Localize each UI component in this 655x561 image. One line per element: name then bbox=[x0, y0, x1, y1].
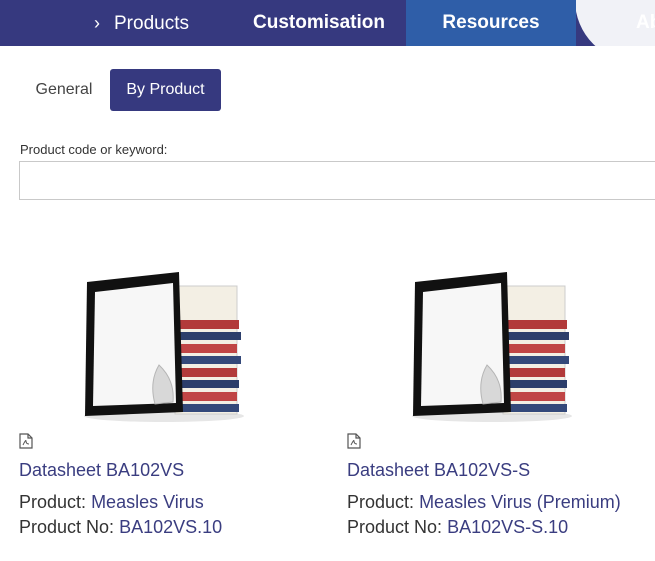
product-row: Product: Measles Virus bbox=[19, 492, 204, 513]
datasheet-link[interactable]: Datasheet BA102VS-S bbox=[347, 460, 530, 481]
nav-item-label: Ab bbox=[636, 12, 655, 33]
product-row: Product: Measles Virus (Premium) bbox=[347, 492, 621, 513]
product-number-label: Product No: bbox=[347, 517, 443, 537]
product-number-link[interactable]: BA102VS.10 bbox=[119, 517, 222, 537]
nav-item-products[interactable]: › Products bbox=[94, 0, 189, 46]
search-label: Product code or keyword: bbox=[20, 142, 168, 157]
nav-item-label: Products bbox=[114, 13, 189, 34]
nav-item-resources[interactable]: Resources bbox=[406, 0, 576, 46]
nav-item-label: Resources bbox=[442, 12, 540, 33]
main-navigation: › Products Customisation Resources Ab bbox=[0, 0, 655, 46]
datasheet-link[interactable]: Datasheet BA102VS bbox=[19, 460, 184, 481]
tablet-books-icon[interactable] bbox=[79, 270, 249, 425]
product-value-link[interactable]: Measles Virus (Premium) bbox=[419, 492, 621, 512]
nav-item-customisation[interactable]: Customisation bbox=[253, 0, 385, 46]
product-label: Product: bbox=[347, 492, 415, 512]
pdf-icon[interactable] bbox=[19, 433, 33, 449]
nav-item-label: Customisation bbox=[253, 12, 385, 33]
pdf-icon[interactable] bbox=[347, 433, 361, 449]
tab-general[interactable]: General bbox=[20, 69, 108, 111]
product-number-label: Product No: bbox=[19, 517, 115, 537]
product-number-link[interactable]: BA102VS-S.10 bbox=[447, 517, 568, 537]
product-label: Product: bbox=[19, 492, 87, 512]
tab-by-product[interactable]: By Product bbox=[110, 69, 221, 111]
search-input[interactable] bbox=[19, 161, 655, 200]
chevron-right-icon: › bbox=[94, 13, 100, 33]
product-value-link[interactable]: Measles Virus bbox=[91, 492, 204, 512]
tablet-books-icon[interactable] bbox=[407, 270, 577, 425]
product-number-row: Product No: BA102VS-S.10 bbox=[347, 517, 568, 538]
nav-item-about[interactable]: Ab bbox=[636, 0, 655, 46]
product-number-row: Product No: BA102VS.10 bbox=[19, 517, 222, 538]
